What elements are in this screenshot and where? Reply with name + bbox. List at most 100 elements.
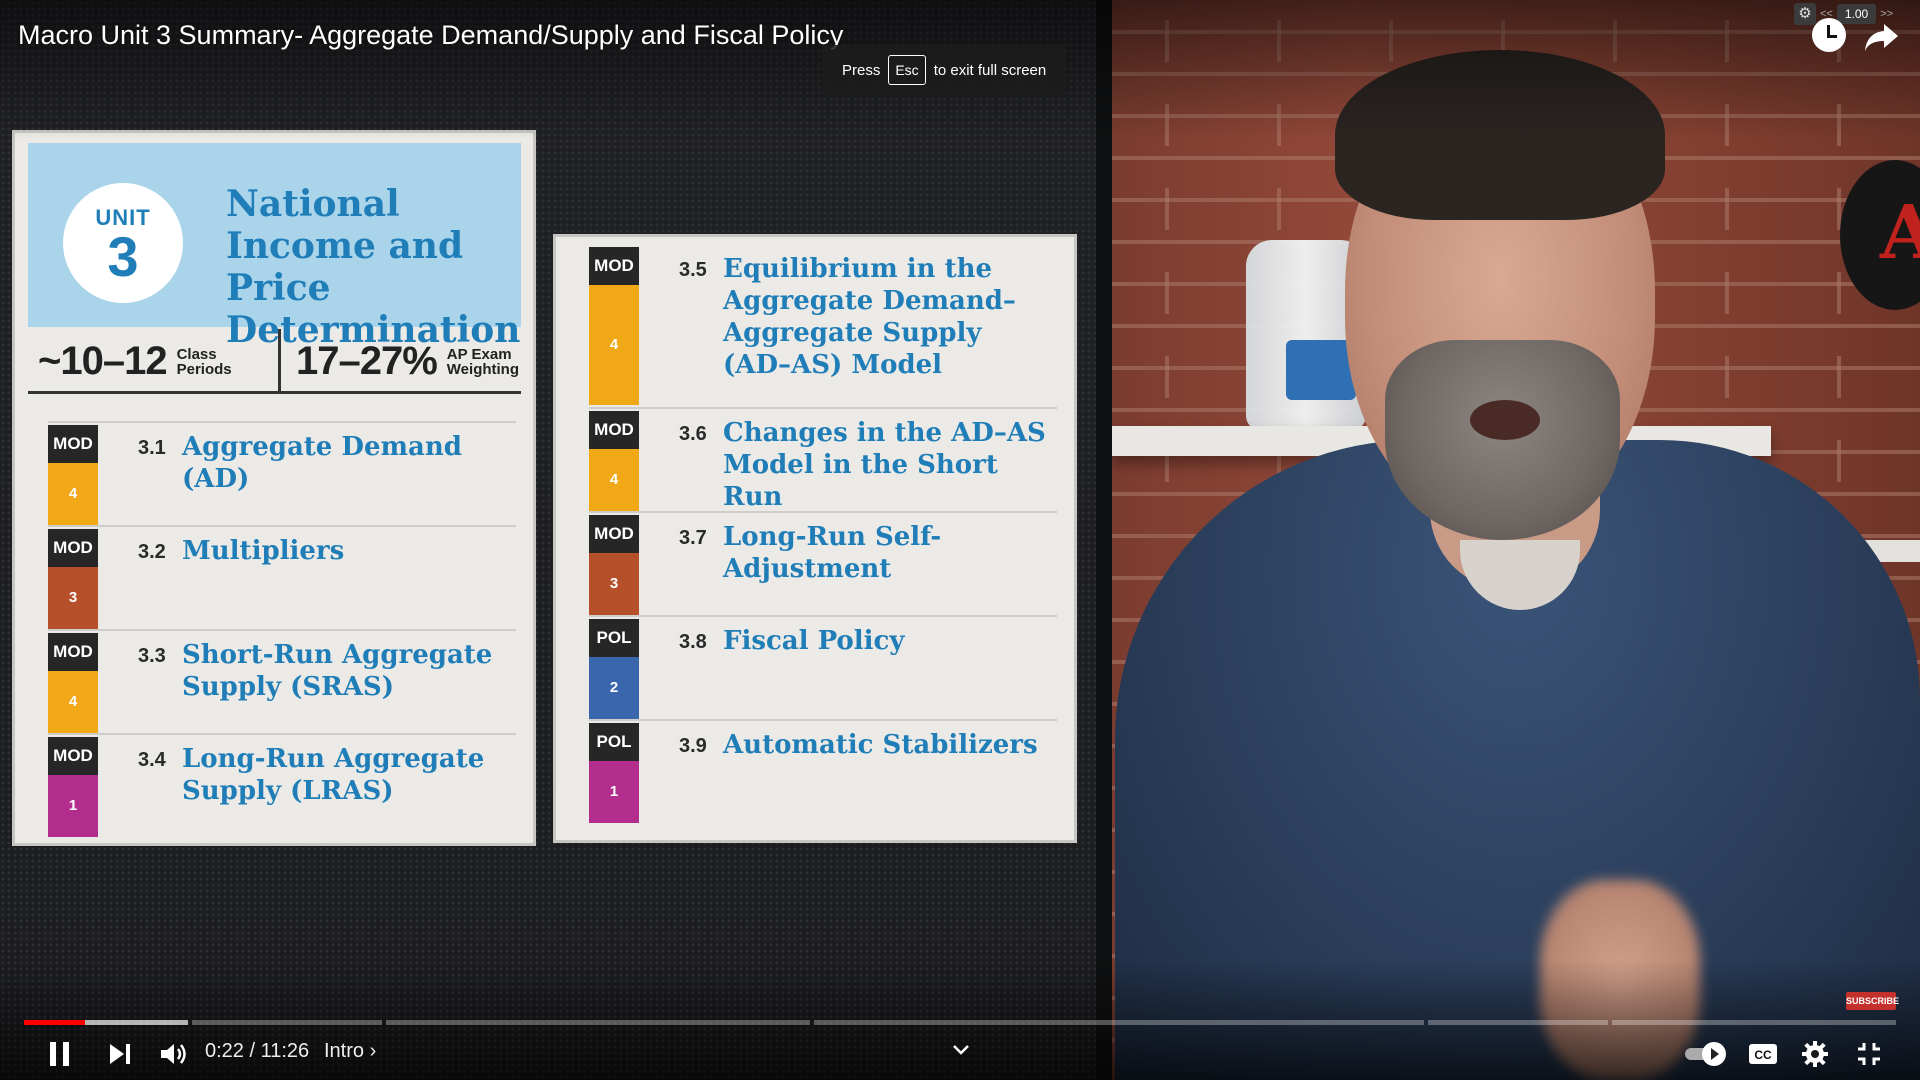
badge-level: 4 [589, 285, 639, 405]
chapter-segment[interactable] [192, 1020, 382, 1025]
topic-title: Fiscal Policy [723, 626, 905, 656]
esc-key: Esc [888, 55, 926, 85]
chapter-segment[interactable] [24, 1020, 188, 1025]
badge-level: 4 [48, 463, 98, 525]
topic-row: POL 1 3.9 Automatic Stabilizers [589, 719, 1057, 825]
module-badge: MOD 4 [589, 247, 639, 405]
exit-fullscreen-button[interactable] [1852, 1036, 1886, 1072]
topic-number: 3.3 [138, 645, 166, 667]
chapter-segment[interactable] [386, 1020, 810, 1025]
badge-type: POL [589, 723, 639, 761]
topic-title: Long-Run Self-Adjustment [723, 522, 942, 584]
settings-button[interactable] [1798, 1036, 1832, 1072]
topic-title: Long-Run Aggregate Supply (LRAS) [182, 744, 485, 806]
time-display: 0:22 / 11:26 [205, 1040, 310, 1062]
captions-icon: CC [1749, 1044, 1777, 1064]
autoplay-toggle[interactable] [1684, 1036, 1730, 1072]
badge-type: MOD [48, 425, 98, 463]
slide-divider [1096, 0, 1112, 1080]
chevron-down-icon[interactable] [950, 1040, 972, 1060]
badge-level: 1 [589, 761, 639, 823]
volume-button[interactable] [156, 1036, 190, 1072]
video-title[interactable]: Macro Unit 3 Summary- Aggregate Demand/S… [18, 20, 843, 51]
letter-sign-glyph: A [1880, 190, 1920, 276]
badge-level: 1 [48, 775, 98, 837]
chapter-segment[interactable] [1428, 1020, 1608, 1025]
topic-number: 3.7 [679, 527, 707, 549]
module-badge: POL 1 [589, 723, 639, 823]
progress-bar[interactable] [24, 1020, 1896, 1025]
topic-number: 3.2 [138, 541, 166, 563]
topic-row: MOD 3 3.7 Long-Run Self-Adjustment [589, 511, 1057, 617]
topic-row: POL 2 3.8 Fiscal Policy [589, 615, 1057, 721]
badge-level: 3 [589, 553, 639, 615]
topic-title: Automatic Stabilizers [723, 730, 1038, 760]
topic-title: Changes in the AD–AS Model in the Short … [723, 418, 1046, 512]
esc-tip-suffix: to exit full screen [933, 61, 1047, 79]
milk-jug-label [1286, 340, 1356, 400]
unit-header: UNIT 3 National Income and Price Determi… [28, 143, 521, 351]
presenter-beard [1385, 340, 1620, 540]
chapter-segment[interactable] [1612, 1020, 1896, 1025]
module-badge: MOD 3 [589, 515, 639, 615]
captions-label: CC [1754, 1048, 1772, 1062]
module-badge: MOD 4 [48, 425, 98, 525]
topic-title: Equilibrium in the Aggregate Demand–Aggr… [723, 254, 1016, 380]
watch-later-icon[interactable] [1812, 18, 1846, 52]
exam-weighting-label: AP Exam Weighting [446, 345, 520, 378]
module-badge: MOD 1 [48, 737, 98, 837]
next-icon [110, 1044, 130, 1064]
class-periods-label: Class Periods [176, 345, 232, 378]
topic-row: MOD 1 3.4 Long-Run Aggregate Supply (LRAS) [48, 733, 516, 839]
topic-number: 3.4 [138, 749, 166, 771]
exit-fullscreen-icon [1858, 1043, 1880, 1065]
captions-button[interactable]: CC [1746, 1036, 1780, 1072]
module-badge: MOD 3 [48, 529, 98, 629]
topic-row: MOD 4 3.3 Short-Run Aggregate Supply (SRAS) [48, 629, 516, 735]
badge-type: MOD [589, 515, 639, 553]
topic-number: 3.8 [679, 631, 707, 653]
topic-title: Short-Run Aggregate Supply (SRAS) [182, 640, 493, 702]
module-badge: MOD 4 [589, 411, 639, 511]
next-button[interactable] [104, 1036, 136, 1072]
presenter-mouth [1470, 400, 1540, 440]
exit-fullscreen-tip: Press Esc to exit full screen [822, 45, 1067, 95]
unit-topics-card: MOD 4 3.5 Equilibrium in the Aggregate Dema… [556, 237, 1074, 840]
unit-overview-card: UNIT 3 National Income and Price Determi… [15, 133, 533, 843]
badge-level: 3 [48, 567, 98, 629]
played-bar [24, 1020, 85, 1025]
esc-tip-prefix: Press [842, 61, 881, 79]
autoplay-icon [1685, 1042, 1726, 1066]
topic-number: 3.9 [679, 735, 707, 757]
badge-type: MOD [589, 247, 639, 285]
module-badge: MOD 4 [48, 633, 98, 733]
badge-level: 4 [48, 671, 98, 733]
topic-row: MOD 3 3.2 Multipliers [48, 525, 516, 631]
share-icon[interactable] [1862, 16, 1902, 56]
video-frame[interactable]: A UNIT 3 National Income and Price Deter… [0, 0, 1920, 1080]
topic-row: MOD 4 3.5 Equilibrium in the Aggregate Dema… [589, 245, 1057, 407]
topic-number: 3.6 [679, 423, 707, 445]
unit-number: 3 [107, 225, 139, 288]
unit-stats: ~10–12 Class Periods 17–27% AP Exam Weig… [28, 329, 521, 394]
chapter-segment[interactable] [814, 1020, 1424, 1025]
badge-level: 2 [589, 657, 639, 719]
badge-type: MOD [48, 737, 98, 775]
badge-type: MOD [589, 411, 639, 449]
pause-button[interactable] [44, 1036, 76, 1072]
topic-row: MOD 4 3.1 Aggregate Demand (AD) [48, 421, 516, 527]
gear-icon [1802, 1041, 1828, 1067]
chapter-title[interactable]: Intro › [324, 1040, 376, 1063]
exam-weighting-stat: 17–27% AP Exam Weighting [296, 339, 519, 384]
gear-icon[interactable]: ⚙ [1794, 3, 1816, 25]
subscribe-watermark[interactable]: SUBSCRIBE [1846, 992, 1899, 1010]
topic-title: Multipliers [182, 536, 345, 566]
badge-level: 4 [589, 449, 639, 511]
module-badge: POL 2 [589, 619, 639, 719]
unit-badge: UNIT 3 [63, 183, 183, 303]
badge-type: MOD [48, 529, 98, 567]
unit-title: National Income and Price Determination [226, 183, 521, 351]
class-periods-stat: ~10–12 Class Periods [38, 339, 232, 384]
pause-icon [50, 1042, 69, 1066]
class-periods-value: ~10–12 [38, 339, 168, 383]
